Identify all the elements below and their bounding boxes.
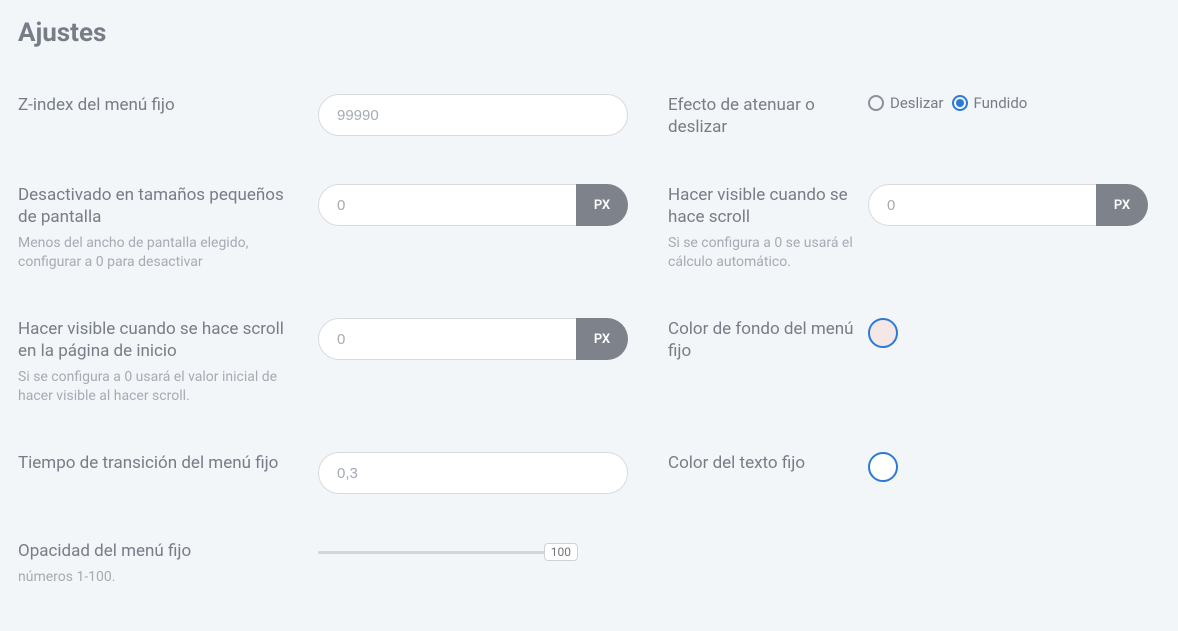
transition-input[interactable] — [318, 452, 628, 494]
zindex-input[interactable] — [318, 94, 628, 136]
opacity-label: Opacidad del menú fijo — [18, 540, 302, 562]
visible-scroll-home-label: Hacer visible cuando se hace scroll en l… — [18, 318, 302, 362]
bgcolor-swatch[interactable] — [868, 318, 898, 348]
opacity-control: 100 — [318, 540, 628, 564]
visible-scroll-home-input[interactable] — [318, 318, 576, 360]
visible-scroll-control: PX — [868, 184, 1148, 226]
opacity-label-block: Opacidad del menú fijo números 1-100. — [18, 540, 318, 587]
disable-small-helper: Menos del ancho de pantalla elegido, con… — [18, 234, 278, 272]
radio-label-fundido: Fundido — [974, 94, 1028, 112]
px-suffix: PX — [576, 184, 628, 226]
transition-label: Tiempo de transición del menú fijo — [18, 452, 302, 474]
visible-scroll-home-control: PX — [318, 318, 628, 360]
disable-small-control: PX — [318, 184, 628, 226]
bgcolor-label: Color de fondo del menú fijo — [668, 318, 856, 362]
effect-radio-group: Deslizar Fundido — [868, 94, 1148, 112]
bgcolor-control — [868, 318, 1148, 348]
px-suffix: PX — [576, 318, 628, 360]
opacity-slider[interactable]: 100 — [318, 540, 578, 564]
radio-icon — [952, 95, 968, 111]
zindex-control — [318, 94, 628, 136]
effect-label-block: Efecto de atenuar o deslizar — [668, 94, 868, 138]
visible-scroll-input[interactable] — [868, 184, 1096, 226]
slider-track — [318, 551, 578, 554]
visible-scroll-home-label-block: Hacer visible cuando se hace scroll en l… — [18, 318, 318, 406]
radio-label-deslizar: Deslizar — [890, 94, 944, 112]
settings-grid: Z-index del menú fijo Efecto de atenuar … — [18, 94, 1160, 587]
disable-small-label: Desactivado en tamaños pequeños de panta… — [18, 184, 302, 228]
radio-icon — [868, 95, 884, 111]
opacity-helper: números 1-100. — [18, 568, 278, 587]
px-suffix: PX — [1096, 184, 1148, 226]
bgcolor-label-block: Color de fondo del menú fijo — [668, 318, 868, 362]
disable-small-label-block: Desactivado en tamaños pequeños de panta… — [18, 184, 318, 272]
zindex-label: Z-index del menú fijo — [18, 94, 302, 116]
textcolor-control — [868, 452, 1148, 482]
visible-scroll-label-block: Hacer visible cuando se hace scroll Si s… — [668, 184, 868, 272]
visible-scroll-label: Hacer visible cuando se hace scroll — [668, 184, 856, 228]
textcolor-label-block: Color del texto fijo — [668, 452, 868, 474]
slider-knob[interactable]: 100 — [544, 543, 578, 561]
transition-label-block: Tiempo de transición del menú fijo — [18, 452, 318, 474]
visible-scroll-home-helper: Si se configura a 0 usará el valor inici… — [18, 368, 278, 406]
page-title: Ajustes — [18, 18, 1160, 48]
effect-radio-deslizar[interactable]: Deslizar — [868, 94, 944, 112]
effect-label: Efecto de atenuar o deslizar — [668, 94, 856, 138]
visible-scroll-helper: Si se configura a 0 se usará el cálculo … — [668, 234, 856, 272]
textcolor-swatch[interactable] — [868, 452, 898, 482]
disable-small-input[interactable] — [318, 184, 576, 226]
textcolor-label: Color del texto fijo — [668, 452, 856, 474]
effect-radio-fundido[interactable]: Fundido — [952, 94, 1028, 112]
zindex-label-block: Z-index del menú fijo — [18, 94, 318, 116]
transition-control — [318, 452, 628, 494]
